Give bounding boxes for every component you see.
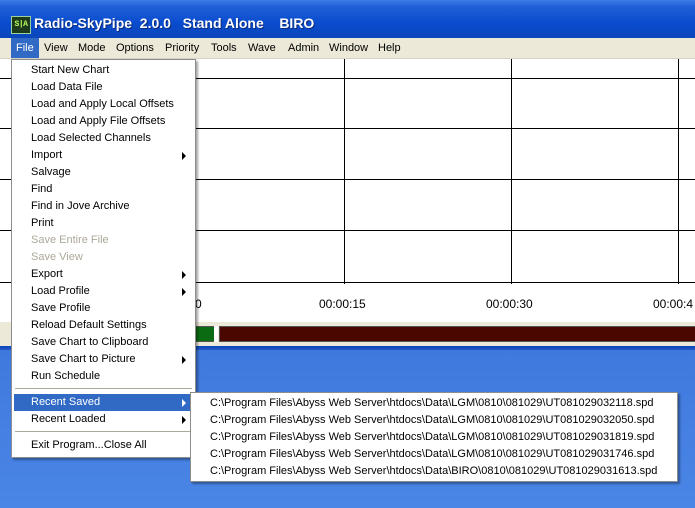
menu-item-export[interactable]: Export [14, 266, 193, 283]
time-tick-label: 00:00:15 [319, 297, 366, 311]
menu-item-salvage[interactable]: Salvage [14, 164, 193, 181]
recent-saved-submenu: C:\Program Files\Abyss Web Server\htdocs… [190, 392, 678, 482]
menu-item-label: Save View [31, 251, 83, 263]
menu-item-label: Load and Apply Local Offsets [31, 98, 174, 110]
menu-item-load-data-file[interactable]: Load Data File [14, 79, 193, 96]
menu-item-label: Start New Chart [31, 64, 110, 76]
time-tick-label: 00:00:4 [653, 297, 694, 311]
menu-item-label: Load and Apply File Offsets [31, 115, 166, 127]
menu-item-label: Print [31, 217, 54, 229]
menu-item-label: Import [31, 149, 63, 161]
menu-options[interactable]: Options [111, 38, 159, 58]
menu-item-find-jove-archive[interactable]: Find in Jove Archive [14, 198, 193, 215]
menu-item-recent-saved[interactable]: Recent Saved [14, 394, 193, 411]
menu-item-label: Recent Saved [31, 396, 101, 408]
menu-item-save-chart-picture[interactable]: Save Chart to Picture [14, 351, 193, 368]
menu-separator [15, 388, 192, 389]
menu-help[interactable]: Help [373, 38, 406, 58]
menu-item-label: Save Entire File [31, 234, 109, 246]
menu-item-label: Run Schedule [31, 370, 101, 382]
menu-item-find[interactable]: Find [14, 181, 193, 198]
menu-item-print[interactable]: Print [14, 215, 193, 232]
menu-item-label: Reload Default Settings [31, 319, 147, 331]
menu-bar: File View Mode Options Priority Tools Wa… [0, 38, 695, 59]
time-tick-label: 0 [195, 297, 202, 311]
submenu-arrow-icon [182, 416, 186, 424]
menu-priority[interactable]: Priority [160, 38, 204, 58]
submenu-arrow-icon [182, 271, 186, 279]
menu-item-save-entire-file: Save Entire File [14, 232, 193, 249]
menu-item-save-profile[interactable]: Save Profile [14, 300, 193, 317]
menu-item-start-new-chart[interactable]: Start New Chart [14, 62, 193, 79]
app-icon[interactable]: S|A [11, 16, 31, 34]
menu-wave[interactable]: Wave [243, 38, 281, 58]
recent-file-item[interactable]: C:\Program Files\Abyss Web Server\htdocs… [193, 446, 675, 463]
menu-admin[interactable]: Admin [283, 38, 324, 58]
menu-item-label: Save Chart to Clipboard [31, 336, 149, 348]
menu-window[interactable]: Window [324, 38, 373, 58]
bar-divider [214, 326, 218, 342]
recent-file-item[interactable]: C:\Program Files\Abyss Web Server\htdocs… [193, 395, 675, 412]
menu-mode[interactable]: Mode [73, 38, 111, 58]
scroll-track-bar[interactable] [219, 326, 695, 342]
menu-item-label: Find [31, 183, 53, 195]
menu-item-label: Export [31, 268, 63, 280]
menu-item-label: Load Profile [31, 285, 90, 297]
menu-item-reload-default-settings[interactable]: Reload Default Settings [14, 317, 193, 334]
window-title: Radio-SkyPipe 2.0.0 Stand Alone BIRO [34, 15, 315, 31]
title-bar[interactable]: S|A Radio-SkyPipe 2.0.0 Stand Alone BIRO [0, 0, 695, 38]
grid-line [511, 59, 512, 284]
grid-line [344, 59, 345, 284]
menu-item-load-profile[interactable]: Load Profile [14, 283, 193, 300]
menu-item-label: Recent Loaded [31, 413, 106, 425]
menu-item-run-schedule[interactable]: Run Schedule [14, 368, 193, 385]
submenu-arrow-icon [182, 152, 186, 160]
menu-item-exit-program[interactable]: Exit Program...Close All [14, 437, 193, 454]
menu-item-load-apply-local-offsets[interactable]: Load and Apply Local Offsets [14, 96, 193, 113]
grid-line [678, 59, 679, 284]
time-tick-label: 00:00:30 [486, 297, 533, 311]
menu-item-save-view: Save View [14, 249, 193, 266]
menu-item-save-chart-clipboard[interactable]: Save Chart to Clipboard [14, 334, 193, 351]
menu-item-recent-loaded[interactable]: Recent Loaded [14, 411, 193, 428]
menu-item-import[interactable]: Import [14, 147, 193, 164]
submenu-arrow-icon [182, 356, 186, 364]
menu-item-label: Find in Jove Archive [31, 200, 130, 212]
menu-item-label: Save Profile [31, 302, 91, 314]
menu-item-label: Load Data File [31, 81, 103, 93]
menu-item-label: Exit Program...Close All [31, 439, 147, 451]
menu-file[interactable]: File [11, 38, 39, 58]
signal-level-bar [195, 326, 215, 342]
menu-separator [15, 431, 192, 432]
menu-item-load-apply-file-offsets[interactable]: Load and Apply File Offsets [14, 113, 193, 130]
menu-tools[interactable]: Tools [206, 38, 242, 58]
menu-item-label: Load Selected Channels [31, 132, 151, 144]
menu-item-label: Save Chart to Picture [31, 353, 136, 365]
recent-file-item[interactable]: C:\Program Files\Abyss Web Server\htdocs… [193, 412, 675, 429]
file-menu-dropdown: Start New Chart Load Data File Load and … [11, 59, 196, 458]
submenu-arrow-icon [182, 399, 186, 407]
recent-file-item[interactable]: C:\Program Files\Abyss Web Server\htdocs… [193, 463, 675, 480]
recent-file-item[interactable]: C:\Program Files\Abyss Web Server\htdocs… [193, 429, 675, 446]
menu-item-load-selected-channels[interactable]: Load Selected Channels [14, 130, 193, 147]
menu-item-label: Salvage [31, 166, 71, 178]
submenu-arrow-icon [182, 288, 186, 296]
menu-view[interactable]: View [39, 38, 73, 58]
